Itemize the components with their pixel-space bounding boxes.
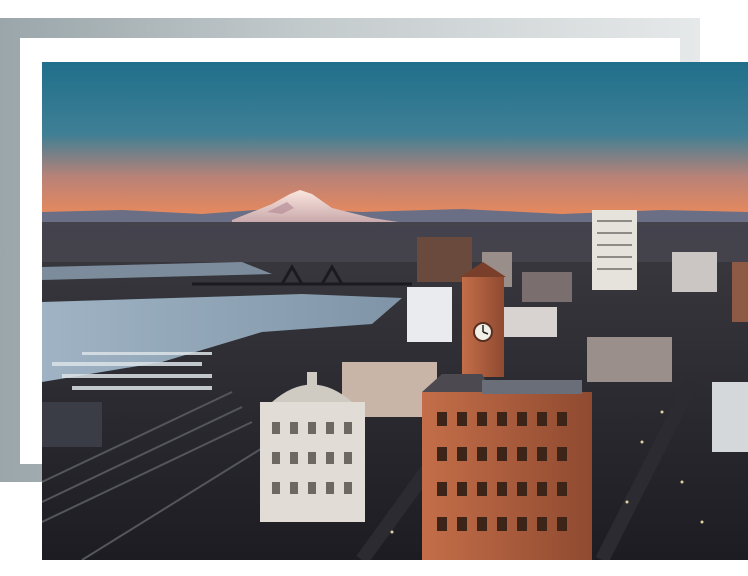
city-scene-svg: [42, 62, 748, 560]
sky: [42, 62, 748, 222]
brick-building: [422, 374, 592, 560]
clock-tower: [460, 262, 506, 377]
city-photo: [42, 62, 748, 560]
